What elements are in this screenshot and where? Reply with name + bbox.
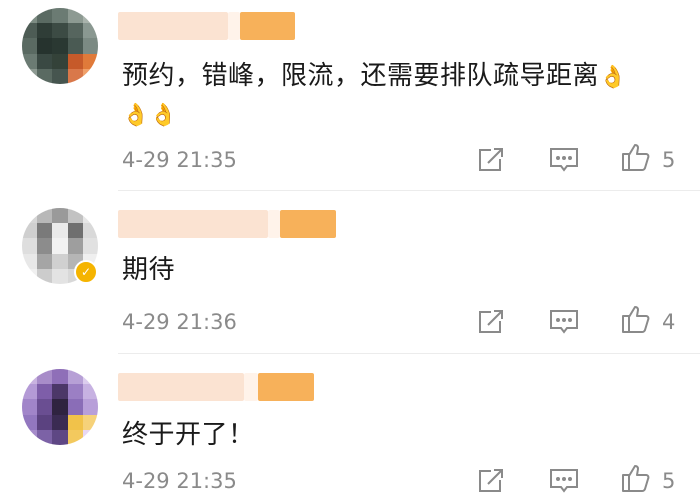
timestamp: 4-29 21:35 xyxy=(122,148,237,172)
thumbs-up-icon[interactable] xyxy=(620,462,652,498)
avatar[interactable] xyxy=(22,369,98,445)
comment-body: 预约，错峰，限流，还需要排队疏导距离 xyxy=(122,61,600,91)
comment-text: 期待 xyxy=(122,255,176,285)
comment-text: 终于开了！ xyxy=(122,420,255,450)
emoji-line: 👌👌 xyxy=(122,103,178,128)
username-blurred[interactable] xyxy=(118,12,338,42)
username-blurred[interactable] xyxy=(118,210,358,240)
username-blurred[interactable] xyxy=(118,373,338,403)
thumbs-up-icon[interactable] xyxy=(620,303,652,339)
like-count: 5 xyxy=(662,469,676,493)
timestamp: 4-29 21:36 xyxy=(122,310,237,334)
comment-item: 终于开了！ 4-29 21:35 5 xyxy=(0,353,700,493)
verified-badge: ✓ xyxy=(74,260,98,284)
comment-icon[interactable] xyxy=(548,308,580,340)
comment-icon[interactable] xyxy=(548,146,580,178)
share-icon[interactable] xyxy=(476,466,506,500)
share-icon[interactable] xyxy=(476,307,506,341)
timestamp: 4-29 21:35 xyxy=(122,469,237,493)
comment-text: 预约，错峰，限流，还需要排队疏导距离👌 👌👌 xyxy=(122,58,682,134)
thumbs-up-icon[interactable] xyxy=(620,141,652,177)
comment-item: 预约，错峰，限流，还需要排队疏导距离👌 👌👌 4-29 21:35 5 xyxy=(0,0,700,190)
like-count: 4 xyxy=(662,310,676,334)
like-count: 5 xyxy=(662,148,676,172)
comment-item: ✓ 期待 4-29 21:36 4 xyxy=(0,190,700,353)
comment-icon[interactable] xyxy=(548,467,580,499)
emoji: 👌 xyxy=(599,65,627,90)
share-icon[interactable] xyxy=(476,145,506,179)
avatar[interactable] xyxy=(22,8,98,84)
